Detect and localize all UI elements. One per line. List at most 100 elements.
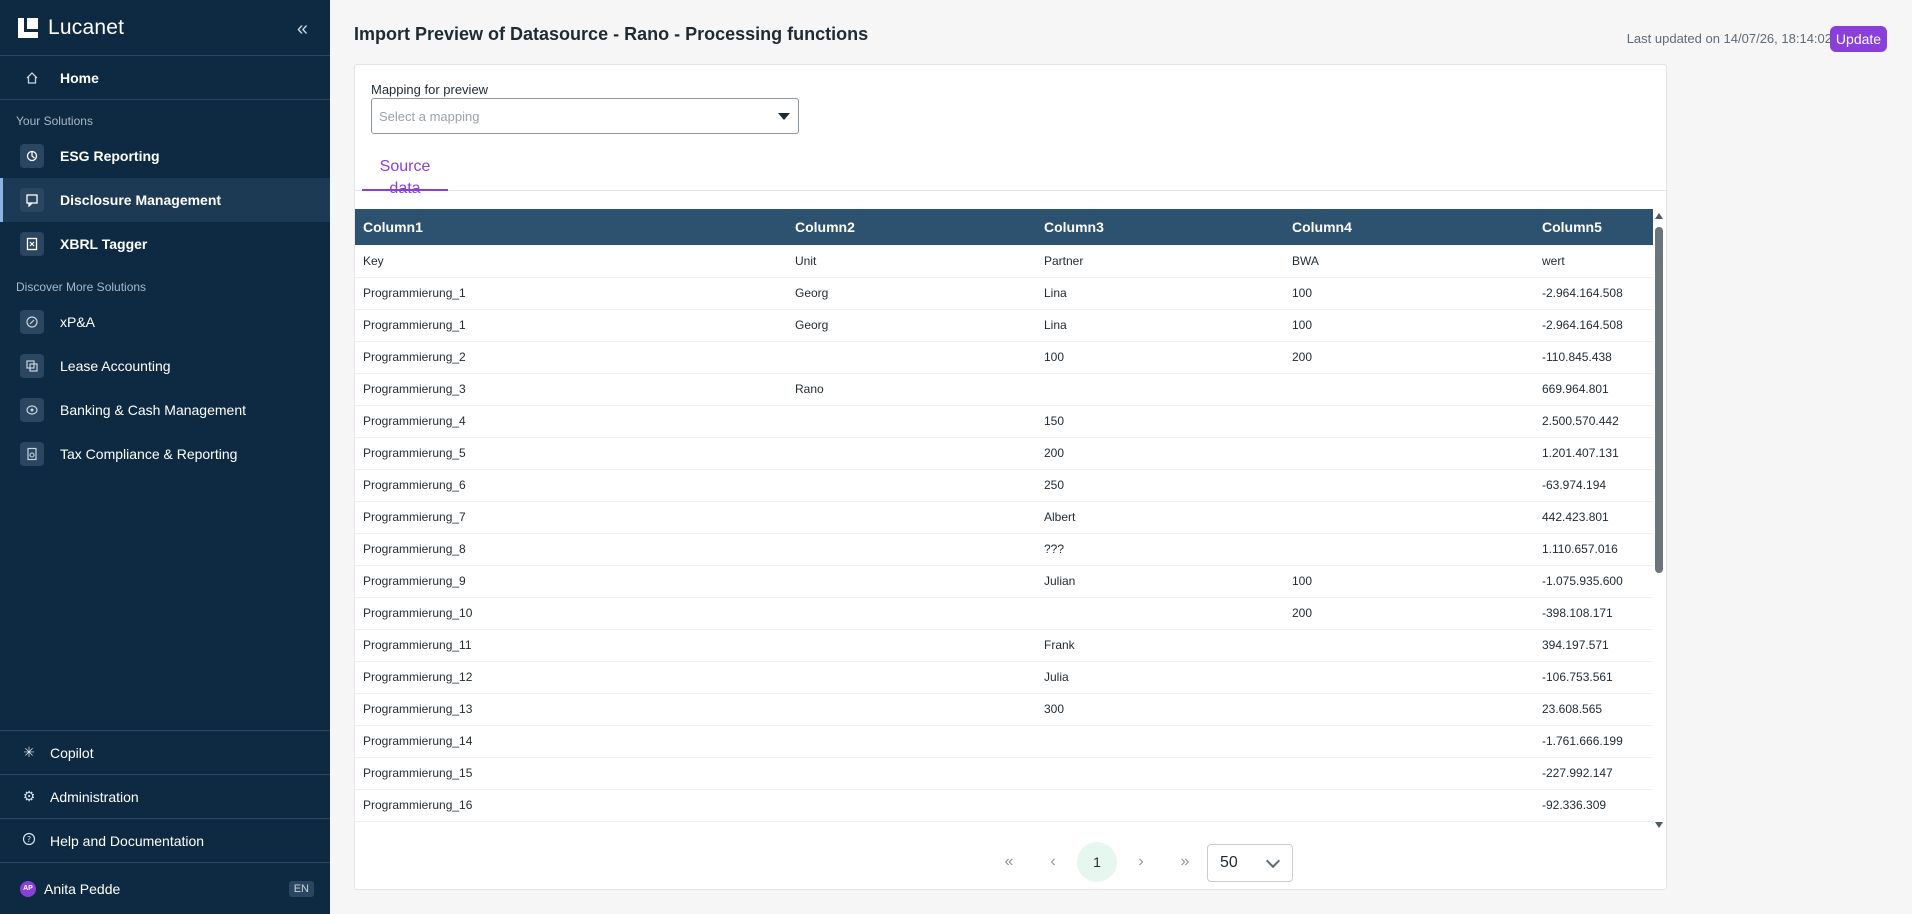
table-cell xyxy=(1284,789,1534,821)
table-body: Key Unit Partner BWA wert Programmierung_1 Geo… xyxy=(355,245,1653,821)
table-row: Programmierung_14 -1.761.666.199 xyxy=(355,725,1653,757)
user-name: Anita Pedde xyxy=(44,880,121,897)
table-cell: 1.201.407.131 xyxy=(1542,446,1619,460)
gear-icon: ⚙ xyxy=(22,788,36,804)
column-header[interactable]: Column4 xyxy=(1284,209,1534,245)
sidebar-item-label: XBRL Tagger xyxy=(60,236,148,252)
sidebar-item-banking-cash-management[interactable]: Banking & Cash Management xyxy=(0,388,330,432)
table-cell: Julia xyxy=(1044,670,1069,684)
table-row: Programmierung_8??? 1.110.657.016 xyxy=(355,533,1653,565)
table-cell: Programmierung_14 xyxy=(363,734,473,748)
column-header[interactable]: Column3 xyxy=(1036,209,1284,245)
table-row: Key Unit Partner BWA wert xyxy=(355,245,1653,277)
table-cell: -1.761.666.199 xyxy=(1542,734,1623,748)
sidebar-item-xbrl-tagger[interactable]: XBRL Tagger xyxy=(0,222,330,266)
table-cell: 300 xyxy=(1044,702,1065,716)
table-cell: Programmierung_7 xyxy=(363,510,466,524)
mapping-placeholder: Select a mapping xyxy=(379,108,480,124)
sidebar-item-esg-reporting[interactable]: ESG Reporting xyxy=(0,134,330,178)
table-row: Programmierung_10 200 -398.108.171 xyxy=(355,597,1653,629)
table-cell: Programmierung_8 xyxy=(363,542,466,556)
sidebar-item-help[interactable]: ? Help and Documentation xyxy=(0,818,330,862)
table-cell xyxy=(1284,437,1534,469)
page-title: Import Preview of Datasource - Rano - Pr… xyxy=(354,24,869,44)
table-cell: Unit xyxy=(795,253,817,268)
table-row: Programmierung_15 -227.992.147 xyxy=(355,757,1653,789)
scroll-down-icon[interactable] xyxy=(1655,822,1663,828)
lucanet-logo-icon xyxy=(18,17,38,38)
user-profile[interactable]: AP Anita Pedde EN xyxy=(0,862,330,914)
table-cell: 150 xyxy=(1044,414,1065,428)
column-header[interactable]: Column1 xyxy=(355,209,787,245)
table-row: Programmierung_7 Albert 442.423.801 xyxy=(355,501,1653,533)
table-cell: Programmierung_15 xyxy=(363,766,473,780)
table-cell xyxy=(1284,373,1534,405)
table-row: Programmierung_6 250 -63.974.194 xyxy=(355,469,1653,501)
current-page[interactable]: 1 xyxy=(1077,842,1117,882)
brand-name: Lucanet xyxy=(48,15,125,39)
table-cell: -63.974.194 xyxy=(1542,478,1607,492)
scrollbar-thumb[interactable] xyxy=(1655,227,1663,573)
table-scrollbar[interactable] xyxy=(1653,209,1665,830)
table-cell xyxy=(787,565,1036,597)
table-cell: 669.964.801 xyxy=(1542,382,1609,396)
table-cell: 442.423.801 xyxy=(1542,510,1609,524)
table-cell xyxy=(787,597,1036,629)
sidebar-item-xpa[interactable]: xP&A xyxy=(0,300,330,344)
table-cell xyxy=(787,341,1036,373)
column-header[interactable]: Column5 xyxy=(1534,209,1653,245)
prev-page-icon[interactable]: ‹ xyxy=(1033,842,1073,882)
table-cell: Lina xyxy=(1044,286,1067,300)
table-cell: Programmierung_10 xyxy=(363,606,473,620)
sidebar-item-lease-accounting[interactable]: Lease Accounting xyxy=(0,344,330,388)
table-cell: -2.964.164.508 xyxy=(1542,318,1623,332)
sidebar-item-label: Tax Compliance & Reporting xyxy=(60,446,238,462)
next-page-icon[interactable]: › xyxy=(1121,842,1161,882)
your-solutions-heading: Your Solutions xyxy=(16,114,93,128)
table-cell: 250 xyxy=(1044,478,1065,492)
pagination: « ‹ 1 › » 50 xyxy=(355,842,1668,882)
table-cell xyxy=(1036,789,1284,821)
table-cell xyxy=(1284,725,1534,757)
sidebar-item-disclosure-management[interactable]: Disclosure Management xyxy=(0,178,330,222)
sidebar: Lucanet « Home Your Solutions ESG Report… xyxy=(0,0,330,914)
table-cell xyxy=(787,757,1036,789)
table-cell: Programmierung_5 xyxy=(363,446,466,460)
collapse-sidebar-icon[interactable]: « xyxy=(297,18,308,41)
sidebar-item-tax-compliance[interactable]: Tax Compliance & Reporting xyxy=(0,432,330,476)
table-cell: Georg xyxy=(795,318,829,332)
page-size-select[interactable]: 50 xyxy=(1207,844,1293,882)
sidebar-item-label: Copilot xyxy=(50,744,94,761)
language-switcher[interactable]: EN xyxy=(288,880,314,897)
table-cell: Key xyxy=(363,253,384,268)
table-cell: 394.197.571 xyxy=(1542,638,1609,652)
table-cell: 200 xyxy=(1292,606,1313,620)
sidebar-item-label: Help and Documentation xyxy=(50,832,205,849)
caret-down-icon xyxy=(778,113,790,120)
table-cell: -227.992.147 xyxy=(1542,766,1613,780)
update-button[interactable]: Update xyxy=(1830,26,1887,52)
disclosure-icon xyxy=(20,188,44,212)
main-content: Import Preview of Datasource - Rano - Pr… xyxy=(330,0,1912,914)
xbrl-icon xyxy=(20,232,44,256)
table-cell xyxy=(787,437,1036,469)
table-cell: -106.753.561 xyxy=(1542,670,1613,684)
mapping-select[interactable]: Select a mapping xyxy=(371,98,799,134)
lease-icon xyxy=(20,354,44,378)
sidebar-item-administration[interactable]: ⚙ Administration xyxy=(0,774,330,818)
table-cell: Frank xyxy=(1044,638,1075,652)
first-page-icon[interactable]: « xyxy=(989,842,1029,882)
column-header[interactable]: Column2 xyxy=(787,209,1036,245)
sidebar-item-label: Disclosure Management xyxy=(60,192,222,208)
table-cell xyxy=(1284,693,1534,725)
table-cell xyxy=(1284,629,1534,661)
sidebar-item-copilot[interactable]: ✳ Copilot xyxy=(0,730,330,774)
table-cell xyxy=(787,405,1036,437)
table-cell xyxy=(787,501,1036,533)
table-cell: 200 xyxy=(1044,446,1065,460)
table-cell xyxy=(1284,469,1534,501)
last-page-icon[interactable]: » xyxy=(1165,842,1205,882)
tab-source-data[interactable]: Source data xyxy=(362,156,448,197)
scroll-up-icon[interactable] xyxy=(1655,213,1663,219)
sidebar-item-home[interactable]: Home xyxy=(0,56,330,100)
